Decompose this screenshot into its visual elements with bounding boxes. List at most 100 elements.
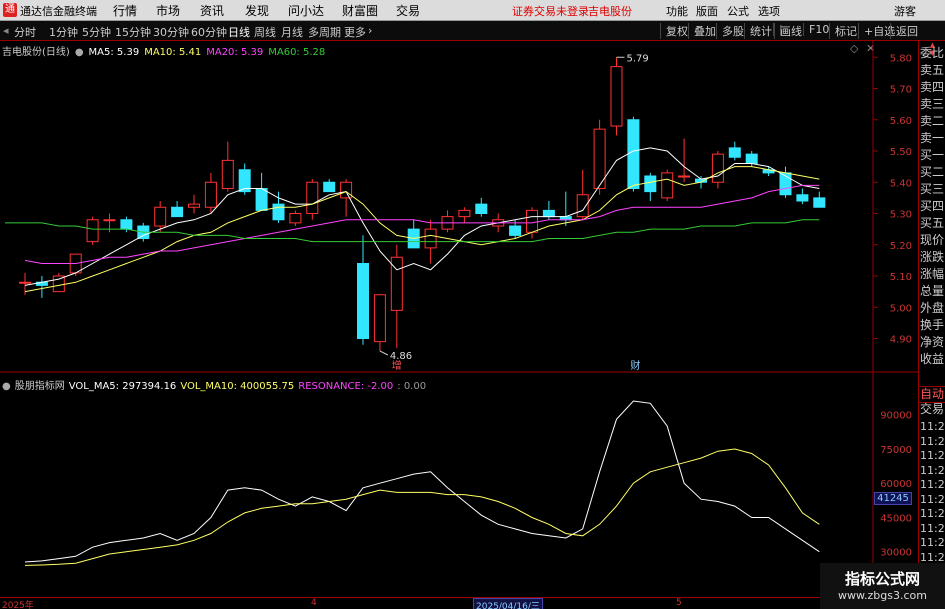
- candle-24[interactable]: [424, 228, 437, 249]
- menu-trade[interactable]: 交易: [396, 2, 420, 19]
- candle-12[interactable]: [221, 159, 234, 189]
- candle-37[interactable]: [644, 175, 657, 193]
- stock-chart-svg[interactable]: 5.80 5.70 5.60 5.50 5.40 5.30 5.20 5.10 5.00 4.90…: [0, 41, 918, 597]
- panel-item-7[interactable]: 买二: [920, 165, 945, 180]
- price-tick-9: 4.90: [890, 335, 912, 346]
- menu-ask[interactable]: 问小达: [288, 2, 324, 19]
- panel-item-9[interactable]: 买四: [920, 199, 945, 214]
- menu-function[interactable]: 功能: [666, 3, 688, 19]
- panel-item-19[interactable]: 自动: [920, 386, 945, 403]
- panel-item-15[interactable]: 外盘: [920, 301, 945, 316]
- tab-30min[interactable]: 30分钟: [153, 24, 189, 40]
- tab-multi-period[interactable]: 多周期: [308, 24, 341, 40]
- candle-19[interactable]: [340, 181, 353, 199]
- candle-20[interactable]: [357, 263, 369, 339]
- candle-46[interactable]: [796, 194, 809, 202]
- candle-4[interactable]: [86, 219, 99, 243]
- candle-16[interactable]: [289, 213, 302, 224]
- panel-item-2[interactable]: 卖四: [920, 80, 945, 95]
- candle-30[interactable]: [526, 209, 538, 233]
- candle-0[interactable]: [19, 281, 31, 284]
- candle-17[interactable]: [306, 181, 319, 214]
- price-tick-3: 5.50: [890, 147, 912, 158]
- panel-item-20[interactable]: 交易: [920, 402, 945, 417]
- btn-f10[interactable]: F10: [803, 23, 829, 36]
- panel-item-10[interactable]: 买五: [920, 216, 945, 231]
- tab-monthly[interactable]: 月线: [281, 24, 303, 40]
- menu-formula[interactable]: 公式: [727, 3, 749, 19]
- panel-item-16[interactable]: 换手: [920, 318, 945, 333]
- date-label-selected[interactable]: 2025/04/16/三: [473, 598, 543, 609]
- tab-daily[interactable]: 日线: [228, 24, 250, 40]
- panel-item-11[interactable]: 现价: [920, 233, 945, 248]
- tab-1min[interactable]: 1分钟: [49, 24, 78, 40]
- price-tick-2: 5.60: [890, 116, 912, 127]
- panel-item-8[interactable]: 买三: [920, 182, 945, 197]
- tab-15min[interactable]: 15分钟: [115, 24, 151, 40]
- panel-item-1[interactable]: 卖五: [920, 63, 945, 78]
- candle-14[interactable]: [255, 188, 268, 211]
- menu-news[interactable]: 资讯: [200, 2, 224, 19]
- panel-item-13[interactable]: 涨幅: [920, 267, 945, 282]
- menu-wealth[interactable]: 财富圈: [342, 2, 378, 19]
- tab-60min[interactable]: 60分钟: [191, 24, 227, 40]
- candle-8[interactable]: [154, 206, 167, 227]
- panel-item-0[interactable]: 委比: [920, 46, 945, 61]
- panel-item-5[interactable]: 卖一: [920, 131, 945, 146]
- candle-42[interactable]: [728, 147, 741, 158]
- guest-label[interactable]: 游客: [894, 3, 916, 19]
- panel-item-18[interactable]: 收益: [920, 352, 945, 367]
- candle-35[interactable]: [610, 66, 623, 127]
- btn-overlay[interactable]: 叠加: [688, 23, 716, 39]
- btn-multi-stock[interactable]: 多股: [716, 23, 744, 39]
- event-marker-zeng[interactable]: 增: [392, 359, 402, 372]
- candle-33[interactable]: [576, 194, 589, 218]
- candle-11[interactable]: [204, 181, 217, 208]
- btn-back[interactable]: 返回: [890, 23, 918, 39]
- candle-6[interactable]: [120, 219, 133, 230]
- btn-mark[interactable]: 标记: [829, 23, 857, 39]
- panel-item-3[interactable]: 卖三: [920, 97, 945, 112]
- price-tick-4: 5.40: [890, 178, 912, 189]
- candle-43[interactable]: [745, 153, 758, 164]
- tab-more[interactable]: 更多: [344, 24, 366, 40]
- candle-9[interactable]: [171, 206, 184, 218]
- btn-stats[interactable]: 统计: [744, 23, 772, 39]
- menu-market[interactable]: 市场: [156, 2, 180, 19]
- right-quote-panel: ▲ ▼ 委比 卖五 卖四 卖三 卖二 卖一 买一 买二 买三 买四 买五 现价 涨跌 涨幅 总量 外盘 换手 净资收…: [918, 41, 945, 609]
- candle-26[interactable]: [458, 209, 471, 218]
- candle-27[interactable]: [475, 203, 488, 214]
- candle-41[interactable]: [711, 153, 724, 183]
- candle-15[interactable]: [272, 203, 285, 221]
- tab-intraday[interactable]: 分时: [14, 24, 36, 40]
- candle-31[interactable]: [542, 209, 555, 218]
- candle-39[interactable]: [678, 175, 691, 178]
- menu-discover[interactable]: 发现: [245, 2, 269, 19]
- candle-5[interactable]: [103, 219, 116, 222]
- menu-layout[interactable]: 版面: [696, 3, 718, 19]
- event-marker-cai[interactable]: 财: [630, 359, 640, 372]
- more-chevron-icon[interactable]: ›: [368, 24, 372, 37]
- candle-10[interactable]: [188, 203, 200, 208]
- candle-38[interactable]: [661, 172, 674, 199]
- btn-adjust[interactable]: 复权: [660, 23, 688, 39]
- candle-21[interactable]: [373, 294, 386, 343]
- high-marker-label: 5.79: [627, 53, 649, 64]
- panel-item-4[interactable]: 卖二: [920, 114, 945, 129]
- menu-options[interactable]: 选项: [758, 3, 780, 19]
- login-warning[interactable]: 证券交易未登录: [512, 3, 589, 19]
- tab-5min[interactable]: 5分钟: [82, 24, 111, 40]
- menu-quotes[interactable]: 行情: [113, 2, 137, 19]
- candle-18[interactable]: [323, 181, 336, 193]
- panel-item-6[interactable]: 买一: [920, 148, 945, 163]
- panel-item-17[interactable]: 净资: [920, 335, 945, 350]
- panel-item-14[interactable]: 总量: [920, 284, 945, 299]
- candle-29[interactable]: [509, 225, 522, 236]
- candle-2[interactable]: [52, 275, 65, 293]
- tab-weekly[interactable]: 周线: [254, 24, 276, 40]
- panel-item-12[interactable]: 涨跌: [920, 250, 945, 265]
- candle-47[interactable]: [813, 197, 826, 208]
- candle-36[interactable]: [627, 119, 640, 189]
- price-tick-5: 5.30: [890, 210, 912, 221]
- btn-draw[interactable]: 画线: [774, 23, 802, 39]
